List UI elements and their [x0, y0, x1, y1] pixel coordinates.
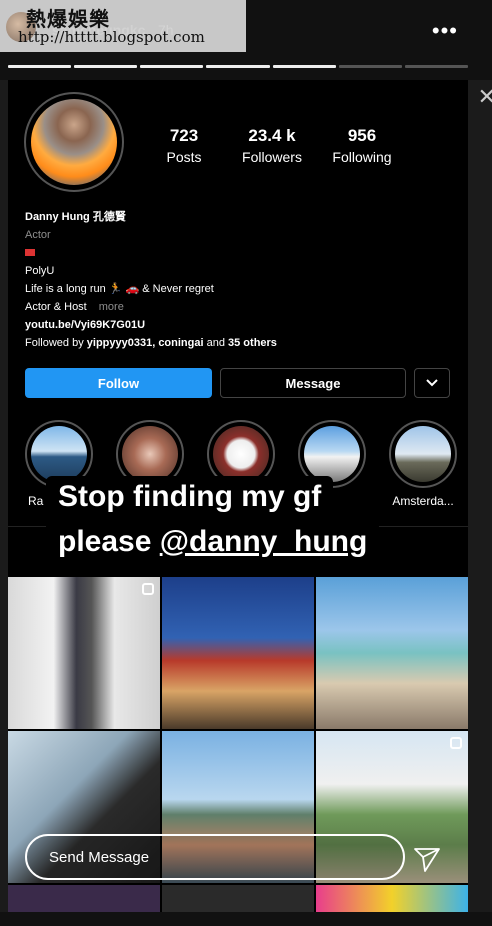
- highlight-5-image: [395, 426, 451, 482]
- bio-actor-text: Actor & Host: [25, 301, 87, 313]
- highlight-3-image: [213, 426, 269, 482]
- highlight-5-label: Amsterda...: [392, 494, 454, 508]
- post-tile[interactable]: [162, 885, 314, 915]
- stat-following[interactable]: 956 Following: [322, 126, 402, 165]
- bio-line-polyu: PolyU: [25, 265, 55, 277]
- following-count: 956: [347, 126, 377, 145]
- posts-label: Posts: [166, 149, 202, 165]
- highlight-1-image: [31, 426, 87, 482]
- following-label: Following: [332, 149, 392, 165]
- highlight-5[interactable]: [389, 420, 457, 488]
- profile-category: Actor: [25, 229, 51, 241]
- followed-others: 35 others: [228, 337, 277, 349]
- followers-label: Followers: [242, 149, 302, 165]
- send-icon[interactable]: [412, 844, 442, 874]
- chevron-down-icon: [426, 379, 438, 387]
- followed-names: yippyyy0331, coningai: [86, 337, 204, 349]
- post-tile[interactable]: [8, 885, 160, 915]
- profile-bio: Danny Hung 孔德賢 Actor PolyU Life is a lon…: [25, 208, 277, 352]
- bio-line-motto: Life is a long run 🏃 🚗 & Never regret: [25, 283, 214, 295]
- close-icon[interactable]: ✕: [478, 84, 492, 110]
- highlight-4-image: [304, 426, 360, 482]
- story-progress-bar: [8, 65, 468, 68]
- bottom-bar: [0, 912, 492, 926]
- profile-avatar-ring[interactable]: [24, 92, 124, 192]
- story-text-sticker-line-1: Stop finding my gf: [46, 476, 334, 518]
- stat-posts[interactable]: 723 Posts: [148, 126, 220, 165]
- profile-avatar: [31, 99, 117, 185]
- more-options-icon[interactable]: •••: [432, 18, 458, 44]
- follow-button[interactable]: Follow: [25, 368, 212, 398]
- bio-website-link[interactable]: youtu.be/Vyi69K7G01U: [25, 316, 277, 334]
- watermark-url: http://htttt.blogspot.com: [18, 28, 205, 46]
- progress-segment: [74, 65, 138, 68]
- highlight-2-image: [122, 426, 178, 482]
- followed-and: and: [203, 337, 229, 349]
- post-tile[interactable]: [162, 577, 314, 729]
- multiple-photos-icon: [450, 737, 462, 749]
- progress-segment: [140, 65, 204, 68]
- profile-name: Danny Hung 孔德賢: [25, 211, 126, 223]
- watermark: 熱爆娛樂 http://htttt.blogspot.com: [0, 0, 246, 52]
- send-message-placeholder: Send Message: [49, 848, 150, 866]
- progress-segment: [404, 65, 468, 68]
- hong-kong-flag-icon: [25, 249, 35, 256]
- send-message-input[interactable]: Send Message: [25, 834, 405, 880]
- bio-line-actor: Actor & Host more: [25, 298, 277, 316]
- followers-count: 23.4 k: [248, 126, 296, 145]
- progress-segment: [338, 65, 402, 68]
- sticker-mention[interactable]: @danny_hung: [160, 525, 368, 558]
- story-text-sticker-line-2: please @danny_hung: [46, 521, 380, 563]
- bio-more-link[interactable]: more: [99, 301, 124, 313]
- progress-segment: [206, 65, 270, 68]
- post-tile[interactable]: [8, 577, 160, 729]
- followed-by[interactable]: Followed by yippyyy0331, coningai and 35…: [25, 334, 277, 352]
- posts-count: 723: [169, 126, 199, 145]
- followed-prefix: Followed by: [25, 337, 87, 349]
- multiple-photos-icon: [142, 583, 154, 595]
- post-tile[interactable]: [316, 885, 468, 915]
- message-button[interactable]: Message: [220, 368, 406, 398]
- progress-segment: [272, 65, 336, 68]
- sticker-prefix: please: [58, 525, 160, 558]
- bio-flag-line: [25, 244, 277, 262]
- progress-segment: [8, 65, 72, 68]
- stat-followers[interactable]: 23.4 k Followers: [232, 126, 312, 165]
- suggested-dropdown-button[interactable]: [414, 368, 450, 398]
- post-tile[interactable]: [316, 577, 468, 729]
